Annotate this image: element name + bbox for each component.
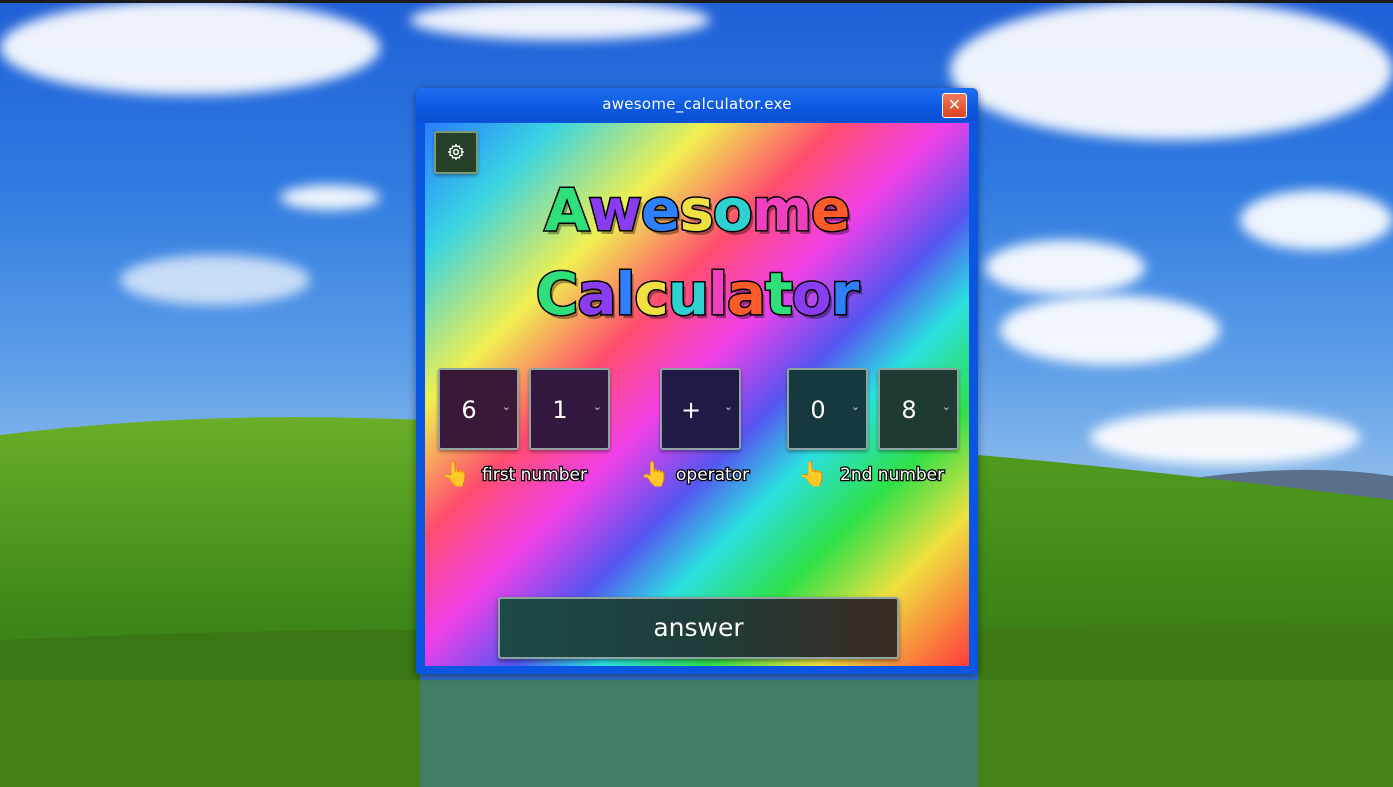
- selected-value: +: [680, 396, 702, 424]
- headline-letter: C: [534, 259, 580, 330]
- chevron-down-icon: ⌄: [723, 400, 733, 413]
- chevron-down-icon: ⌄: [850, 400, 860, 413]
- headline-letter: e: [639, 175, 681, 246]
- chevron-down-icon: ⌄: [592, 400, 602, 413]
- first-number-digit-2-select[interactable]: 1 ⌄: [529, 368, 610, 450]
- gear-icon: [447, 143, 465, 161]
- second-number-label-text: 2nd number: [839, 464, 946, 487]
- close-button[interactable]: ✕: [942, 93, 967, 118]
- pointing-hand-icon: 👆: [441, 460, 471, 488]
- headline-letter: t: [764, 259, 795, 330]
- headline-letter: l: [707, 259, 730, 330]
- second-number-label: 👆 2nd number: [798, 460, 963, 493]
- second-number-digit-2-select[interactable]: 8 ⌄: [878, 368, 959, 450]
- headline-letter: l: [614, 259, 637, 330]
- headline-line-2: Calculator: [425, 252, 969, 336]
- answer-button[interactable]: answer: [498, 597, 899, 659]
- headline-letter: o: [790, 259, 833, 330]
- headline-letter: A: [543, 175, 591, 246]
- selected-value: 6: [461, 396, 477, 424]
- headline-line-1: Awesome: [425, 168, 969, 252]
- headline-letter: u: [666, 259, 710, 330]
- operator-select[interactable]: + ⌄: [660, 368, 741, 450]
- second-number-digit-1-select[interactable]: 0 ⌄: [787, 368, 868, 450]
- headline-letter: a: [576, 259, 618, 330]
- operator-label-text: operator: [675, 464, 751, 487]
- headline-letter: r: [829, 259, 861, 330]
- headline-letter: o: [711, 175, 754, 246]
- first-number-label: 👆 first number: [441, 460, 611, 493]
- first-number-label-text: first number: [481, 464, 588, 487]
- headline-letter: m: [750, 175, 813, 246]
- app-window: awesome_calculator.exe ✕ Awesome Calcula…: [416, 88, 978, 674]
- operator-label: 👆 operator: [640, 460, 770, 493]
- headline-letter: s: [678, 175, 715, 246]
- chevron-down-icon: ⌄: [941, 400, 951, 413]
- pointing-hand-icon: 👆: [798, 460, 828, 488]
- first-number-digit-1-select[interactable]: 6 ⌄: [438, 368, 519, 450]
- selected-value: 8: [901, 396, 917, 424]
- headline-letter: a: [725, 259, 767, 330]
- top-edge: [0, 0, 1393, 3]
- title-bar[interactable]: awesome_calculator.exe ✕: [416, 88, 978, 122]
- headline-letter: w: [587, 175, 644, 246]
- headline-letter: e: [810, 175, 852, 246]
- app-headline: Awesome Calculator: [425, 168, 969, 336]
- headline-letter: c: [633, 259, 670, 330]
- window-title: awesome_calculator.exe: [602, 95, 792, 113]
- chevron-down-icon: ⌄: [501, 400, 511, 413]
- selected-value: 0: [810, 396, 826, 424]
- close-icon: ✕: [947, 95, 962, 114]
- rainbow-panel: Awesome Calculator 6 ⌄ 1 ⌄ + ⌄ 0 ⌄ 8 ⌄ 👆: [425, 123, 969, 666]
- pointing-hand-icon: 👆: [640, 460, 670, 488]
- selected-value: 1: [552, 396, 568, 424]
